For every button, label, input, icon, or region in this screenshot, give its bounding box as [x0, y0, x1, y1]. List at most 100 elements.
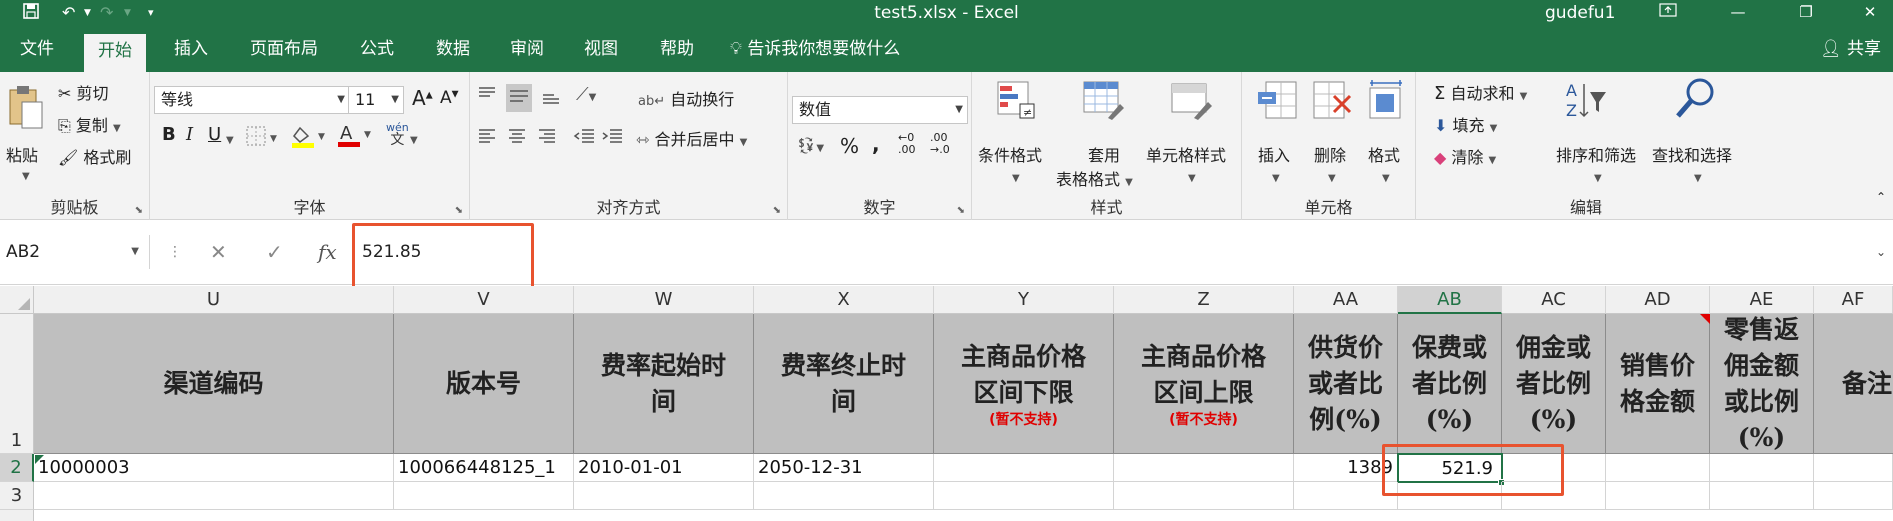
- tab-data[interactable]: 数据: [422, 26, 484, 72]
- sort-filter-dropdown-icon[interactable]: ▼: [1594, 166, 1602, 185]
- insert-cells-button[interactable]: 插入: [1258, 142, 1290, 166]
- decrease-font-icon[interactable]: A▼: [440, 88, 459, 108]
- header-cell-af[interactable]: 备注: [1814, 314, 1893, 454]
- align-left-icon[interactable]: [476, 126, 498, 150]
- autosum-button[interactable]: Σ 自动求和 ▼: [1434, 80, 1527, 104]
- decrease-indent-icon[interactable]: [572, 126, 596, 150]
- header-cell-aa[interactable]: 供货价 或者比 例(%): [1294, 314, 1398, 454]
- format-painter-button[interactable]: 🖌︎ 格式刷: [58, 144, 131, 168]
- delete-cells-icon[interactable]: [1310, 78, 1354, 126]
- row-header-1[interactable]: 1: [0, 314, 34, 454]
- cell-ae3[interactable]: [1710, 482, 1814, 510]
- tab-insert[interactable]: 插入: [160, 26, 222, 72]
- font-launcher-icon[interactable]: ⬊: [455, 205, 463, 216]
- phonetic-guide-icon[interactable]: wén 文: [386, 122, 409, 148]
- comment-indicator[interactable]: [1700, 314, 1710, 324]
- cell-u2[interactable]: 10000003: [34, 454, 394, 482]
- find-select-button[interactable]: 查找和选择: [1652, 142, 1732, 166]
- cell-w2[interactable]: 2010-01-01: [574, 454, 754, 482]
- align-middle-icon[interactable]: [506, 84, 532, 112]
- orientation-icon[interactable]: ⟋▼: [576, 84, 596, 105]
- format-cells-icon[interactable]: [1364, 78, 1408, 126]
- delete-cells-button[interactable]: 删除: [1314, 142, 1346, 166]
- cell-x2[interactable]: 2050-12-31: [754, 454, 934, 482]
- italic-button[interactable]: I: [186, 124, 193, 145]
- cell-v3[interactable]: [394, 482, 574, 510]
- column-header-y[interactable]: Y: [934, 286, 1114, 314]
- ribbon-display-options-icon[interactable]: [1638, 0, 1698, 26]
- fill-color-icon[interactable]: ▼: [290, 124, 330, 152]
- format-cells-button[interactable]: 格式: [1368, 142, 1400, 166]
- find-select-icon[interactable]: [1672, 76, 1718, 126]
- column-header-u[interactable]: U: [34, 286, 394, 314]
- header-cell-ad[interactable]: 销售价 格金额: [1606, 314, 1710, 454]
- tab-formulas[interactable]: 公式: [346, 26, 408, 72]
- cell-x3[interactable]: [754, 482, 934, 510]
- paste-icon[interactable]: [6, 84, 46, 134]
- underline-dropdown-icon[interactable]: ▼: [226, 128, 234, 147]
- header-cell-x[interactable]: 费率终止时间: [754, 314, 934, 454]
- cell-ae2[interactable]: [1710, 454, 1814, 482]
- align-bottom-icon[interactable]: [540, 86, 562, 110]
- header-cell-ac[interactable]: 佣金或 者比例 (%): [1502, 314, 1606, 454]
- cell-ad3[interactable]: [1606, 482, 1710, 510]
- cell-y3[interactable]: [934, 482, 1114, 510]
- format-as-table-button[interactable]: 表格格式 ▼: [1056, 166, 1133, 190]
- share-button[interactable]: 👤︎ 共享: [1820, 26, 1881, 72]
- column-header-x[interactable]: X: [754, 286, 934, 314]
- tell-me-search[interactable]: 💡︎ 告诉我你想要做什么: [730, 26, 900, 72]
- minimize-icon[interactable]: —: [1708, 0, 1768, 26]
- cell-z2[interactable]: [1114, 454, 1294, 482]
- format-as-table-label-1[interactable]: 套用: [1088, 142, 1120, 166]
- delete-cells-dropdown-icon[interactable]: ▼: [1328, 166, 1336, 185]
- font-size-select[interactable]: 11 ▼: [348, 86, 404, 114]
- cell-ad2[interactable]: [1606, 454, 1710, 482]
- header-cell-u[interactable]: 渠道编码: [34, 314, 394, 454]
- align-top-icon[interactable]: [476, 84, 498, 108]
- cell-u3[interactable]: [34, 482, 394, 510]
- cell-w3[interactable]: [574, 482, 754, 510]
- cell-styles-icon[interactable]: [1168, 78, 1214, 126]
- fill-button[interactable]: ⬇ 填充 ▼: [1434, 112, 1497, 136]
- column-header-ac[interactable]: AC: [1502, 286, 1606, 314]
- column-header-af[interactable]: AF: [1814, 286, 1893, 314]
- align-center-icon[interactable]: [506, 126, 528, 150]
- conditional-formatting-button[interactable]: 条件格式: [978, 142, 1042, 166]
- row-header-2[interactable]: 2: [0, 454, 34, 482]
- wrap-text-button[interactable]: ab↵ 自动换行: [638, 86, 734, 110]
- cell-styles-dropdown-icon[interactable]: ▼: [1188, 166, 1196, 185]
- row-header-4[interactable]: [0, 510, 34, 521]
- copy-button[interactable]: ⎘ 复制 ▼: [58, 112, 121, 136]
- column-header-ae[interactable]: AE: [1710, 286, 1814, 314]
- paste-button[interactable]: 粘贴: [6, 142, 38, 166]
- header-cell-y[interactable]: 主商品价格 区间下限 (暂不支持): [934, 314, 1114, 454]
- conditional-formatting-dropdown-icon[interactable]: ▼: [1012, 166, 1020, 185]
- column-header-z[interactable]: Z: [1114, 286, 1294, 314]
- cell-v2[interactable]: 100066448125_1: [394, 454, 574, 482]
- phonetic-dropdown-icon[interactable]: ▼: [410, 128, 418, 147]
- merge-center-button[interactable]: ⇿ 合并后居中 ▼: [636, 126, 747, 150]
- user-name[interactable]: gudefu1: [1545, 0, 1615, 26]
- column-header-aa[interactable]: AA: [1294, 286, 1398, 314]
- font-name-select[interactable]: 等线 ▼: [154, 86, 350, 114]
- underline-button[interactable]: U: [208, 124, 221, 145]
- tab-help[interactable]: 帮助: [646, 26, 708, 72]
- cancel-entry-icon[interactable]: ✕: [210, 235, 227, 269]
- restore-icon[interactable]: ❐: [1776, 0, 1836, 26]
- column-header-ad[interactable]: AD: [1606, 286, 1710, 314]
- cut-button[interactable]: ✂ 剪切: [58, 80, 109, 104]
- cell-af2[interactable]: [1814, 454, 1893, 482]
- column-header-w[interactable]: W: [574, 286, 754, 314]
- cell-y2[interactable]: [934, 454, 1114, 482]
- insert-function-button[interactable]: fx: [318, 235, 337, 269]
- sort-filter-icon[interactable]: AZ: [1562, 78, 1608, 126]
- header-cell-w[interactable]: 费率起始时间: [574, 314, 754, 454]
- insert-cells-icon[interactable]: [1256, 78, 1300, 126]
- sort-filter-button[interactable]: 排序和筛选: [1556, 142, 1636, 166]
- percent-style-button[interactable]: %: [840, 134, 859, 158]
- header-cell-z[interactable]: 主商品价格 区间上限 (暂不支持): [1114, 314, 1294, 454]
- bold-button[interactable]: B: [162, 124, 176, 145]
- insert-cells-dropdown-icon[interactable]: ▼: [1272, 166, 1280, 185]
- increase-decimal-icon[interactable]: ←0.00: [898, 132, 916, 156]
- increase-font-icon[interactable]: A▲: [412, 86, 433, 110]
